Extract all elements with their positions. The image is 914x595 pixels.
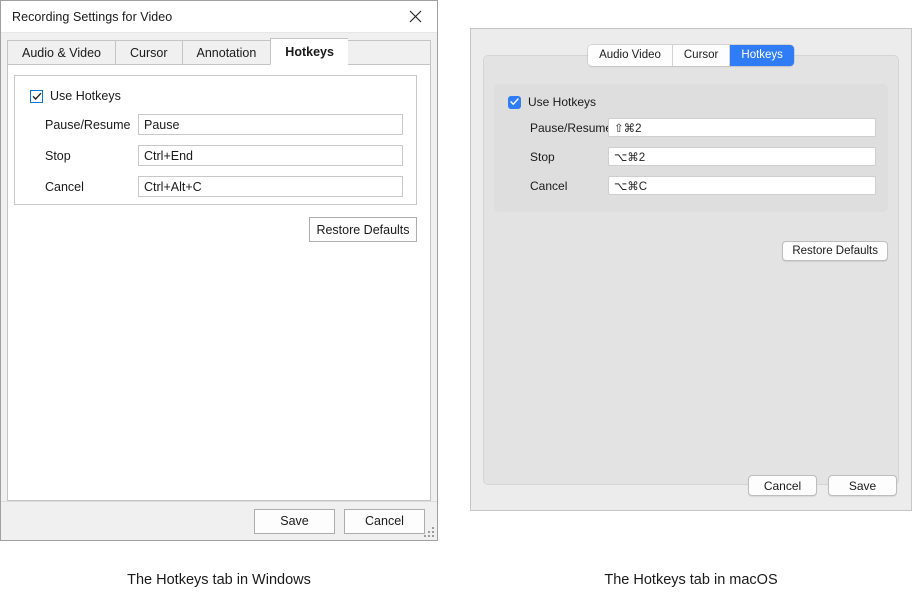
windows-dialog-footer: Save Cancel [1,501,437,540]
macos-tab-group: Audio Video Cursor Hotkeys [588,45,794,66]
input-pause-resume[interactable] [138,114,403,135]
windows-settings-dialog: Recording Settings for Video Audio & Vid… [0,0,438,541]
field-row-cancel: Cancel [30,176,403,197]
window-title: Recording Settings for Video [12,9,173,24]
input-pause-resume[interactable] [608,118,876,137]
field-row-cancel: Cancel [508,176,876,195]
input-cancel[interactable] [608,176,876,195]
macos-dialog-footer: Cancel Save [748,475,897,496]
cancel-button[interactable]: Cancel [344,508,425,534]
use-hotkeys-label: Use Hotkeys [528,95,597,109]
windows-tab-bar: Audio & Video Cursor Annotation Hotkeys [7,38,431,65]
windows-hotkey-fields: Pause/Resume Stop Cancel [30,114,403,197]
save-button[interactable]: Save [254,508,335,534]
use-hotkeys-label: Use Hotkeys [50,89,121,103]
field-row-pause-resume: Pause/Resume [508,118,876,137]
cancel-button[interactable]: Cancel [748,475,817,496]
tab-cursor[interactable]: Cursor [115,40,182,65]
tab-annotation[interactable]: Annotation [181,40,271,65]
macos-hotkey-fields: Pause/Resume Stop Cancel [508,118,876,195]
macos-hotkeys-group: Use Hotkeys Pause/Resume Stop Cancel [494,84,888,212]
field-row-pause-resume: Pause/Resume [30,114,403,135]
windows-titlebar: Recording Settings for Video [1,1,437,32]
restore-defaults-button[interactable]: Restore Defaults [309,217,417,242]
input-cancel[interactable] [138,176,403,197]
checkmark-icon [510,98,519,105]
macos-hotkeys-panel: Use Hotkeys Pause/Resume Stop Cancel Res… [483,55,899,485]
resize-grip-icon[interactable] [424,527,435,538]
use-hotkeys-checkbox-row[interactable]: Use Hotkeys [508,95,596,109]
label-stop: Stop [530,149,555,164]
close-icon[interactable] [393,1,437,31]
tab-audio-video[interactable]: Audio & Video [7,40,115,65]
use-hotkeys-checkbox[interactable] [508,95,521,109]
macos-tab-bar: Audio Video Cursor Hotkeys [471,45,911,66]
caption-windows: The Hotkeys tab in Windows [127,572,311,588]
save-button[interactable]: Save [828,475,897,496]
windows-hotkeys-group: Use Hotkeys Pause/Resume Stop Cancel [14,75,417,205]
label-pause-resume: Pause/Resume [530,120,613,135]
tab-audio-video[interactable]: Audio Video [588,45,673,66]
field-row-stop: Stop [508,147,876,166]
tab-hotkeys[interactable]: Hotkeys [730,45,794,66]
tab-cursor[interactable]: Cursor [672,45,731,66]
checkmark-icon [32,92,41,100]
input-stop[interactable] [608,147,876,166]
use-hotkeys-checkbox[interactable] [30,89,43,103]
label-cancel: Cancel [530,178,568,193]
restore-defaults-button[interactable]: Restore Defaults [782,241,888,261]
caption-macos: The Hotkeys tab in macOS [604,572,778,588]
field-row-stop: Stop [30,145,403,166]
input-stop[interactable] [138,145,403,166]
use-hotkeys-checkbox-row[interactable]: Use Hotkeys [30,89,121,103]
label-cancel: Cancel [45,179,84,194]
label-stop: Stop [45,148,71,163]
windows-dialog-body: Audio & Video Cursor Annotation Hotkeys … [1,32,437,540]
macos-settings-dialog: Audio Video Cursor Hotkeys Use Hotkeys P… [470,28,912,511]
tab-hotkeys[interactable]: Hotkeys [270,38,348,65]
label-pause-resume: Pause/Resume [45,117,131,132]
windows-hotkeys-panel: Use Hotkeys Pause/Resume Stop Cancel [7,64,431,501]
tab-strip-filler [347,40,431,65]
